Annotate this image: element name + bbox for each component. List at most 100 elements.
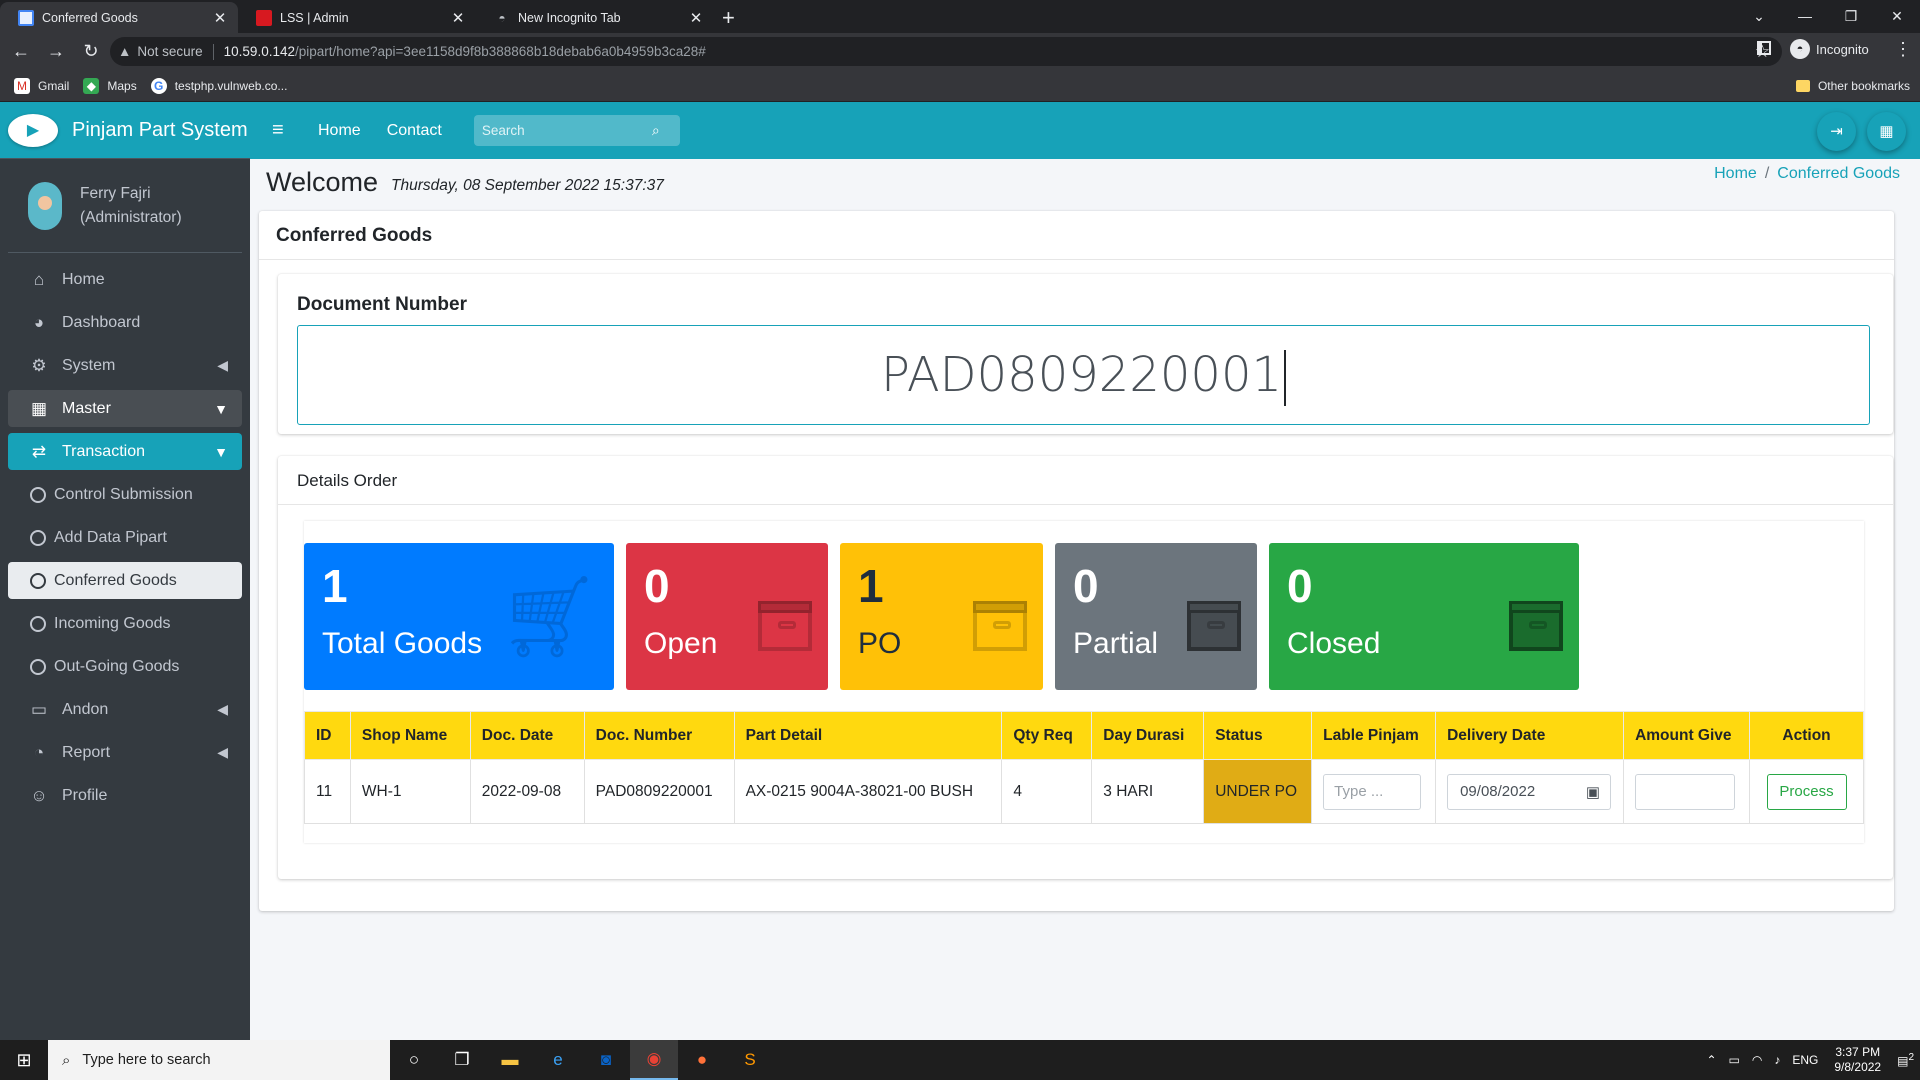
close-icon[interactable]: ✕ — [212, 9, 228, 27]
wifi-icon[interactable]: ◠ — [1752, 1053, 1762, 1067]
bookmark-maps[interactable]: ◆ Maps — [83, 77, 137, 94]
breadcrumb: Home / Conferred Goods — [1714, 165, 1900, 182]
sidebar-item-conferred-goods[interactable]: Conferred Goods — [8, 562, 242, 599]
details-order-body: 1 Total Goods 🛒︎ 0 Open 1 PO 0 Partial 0 — [304, 521, 1864, 843]
stat-value: 1 — [322, 560, 348, 612]
sidebar-item-report[interactable]: ◔ Report ◀ — [8, 734, 242, 771]
tab-new-incognito[interactable]: ◓ New Incognito Tab ✕ — [476, 2, 714, 33]
task-view-icon[interactable]: ❐ — [438, 1040, 486, 1080]
sidebar-item-system[interactable]: ⚙ System ◀ — [8, 347, 242, 384]
reload-icon[interactable]: ↻ — [77, 41, 105, 62]
volume-icon[interactable]: ♪ — [1774, 1053, 1780, 1067]
sidebar-item-label: Dashboard — [62, 313, 141, 331]
details-order-card: Details Order 1 Total Goods 🛒︎ 0 Open 1 … — [278, 456, 1893, 879]
edge-icon[interactable]: e — [534, 1040, 582, 1080]
sidebar-item-transaction[interactable]: ⇄ Transaction ▼ — [8, 433, 242, 470]
lable-pinjam-input[interactable] — [1323, 773, 1422, 810]
sidebar-item-outgoing-goods[interactable]: Out-Going Goods — [8, 648, 242, 685]
windows-start-icon[interactable]: ⊞ — [0, 1050, 48, 1071]
main-sidebar: ▶ Pinjam Part System Ferry Fajri (Admini… — [0, 102, 250, 1040]
nav-home-link[interactable]: Home — [318, 122, 361, 140]
tab-title: New Incognito Tab — [518, 10, 621, 25]
forward-icon[interactable]: → — [42, 41, 70, 62]
chevron-left-icon: ◀ — [217, 744, 228, 760]
language-indicator[interactable]: ENG — [1792, 1053, 1818, 1067]
circle-icon — [30, 615, 46, 632]
url-field[interactable]: ▲ Not secure 10.59.0.142 /pipart/home?ap… — [110, 37, 1782, 66]
outlook-icon[interactable]: ◙ — [582, 1040, 630, 1080]
sidebar-item-master[interactable]: ▦ Master ▼ — [8, 390, 242, 427]
stat-label: Open — [644, 627, 718, 660]
tab-conferred-goods[interactable]: Conferred Goods ✕ — [0, 2, 238, 33]
search-input[interactable] — [481, 123, 652, 138]
nav-contact-link[interactable]: Contact — [387, 122, 442, 140]
bookmark-gmail[interactable]: M Gmail — [14, 77, 69, 94]
sidebar-item-incoming-goods[interactable]: Incoming Goods — [8, 605, 242, 642]
other-bookmarks[interactable]: Other bookmarks — [1795, 79, 1910, 93]
grid-icon[interactable]: ▦ — [1867, 112, 1906, 151]
menu-toggle-icon[interactable]: ≡ — [272, 119, 292, 142]
user-name: Ferry Fajri — [80, 184, 151, 202]
chrome-icon[interactable]: ◉ — [630, 1040, 678, 1080]
bookmark-testphp[interactable]: Gtestphp.vulnweb.co... — [150, 77, 287, 94]
close-icon[interactable]: ✕ — [450, 9, 466, 27]
tab-lss-admin[interactable]: LSS | Admin ✕ — [238, 2, 476, 33]
delivery-date-input[interactable]: 09/08/2022 ▣ — [1447, 773, 1612, 810]
file-explorer-icon[interactable]: ▬ — [486, 1040, 534, 1080]
gear-icon: ⚙ — [31, 355, 47, 375]
browser-tab-strip: Conferred Goods ✕ LSS | Admin ✕ ◓ New In… — [0, 0, 1920, 33]
sidebar-item-label: Add Data Pipart — [54, 528, 167, 546]
restore-icon[interactable]: ❐ — [1828, 0, 1874, 33]
cortana-icon[interactable]: ○ — [390, 1040, 438, 1080]
taskbar-search[interactable]: ⌕ Type here to search — [48, 1040, 390, 1080]
amount-give-input[interactable] — [1635, 773, 1736, 810]
notification-icon[interactable]: ▤2 — [1897, 1052, 1914, 1068]
chevron-up-icon[interactable]: ⌃ — [1706, 1053, 1716, 1067]
stat-label: PO — [858, 627, 902, 660]
sidebar-item-dashboard[interactable]: ◕ Dashboard — [8, 304, 242, 341]
logout-icon[interactable]: ⇥ — [1817, 112, 1856, 151]
stat-value: 1 — [858, 560, 884, 612]
card-title: Conferred Goods — [259, 211, 1894, 260]
process-button[interactable]: Process — [1766, 773, 1847, 810]
window-close-icon[interactable]: ✕ — [1874, 0, 1920, 33]
brand-link[interactable]: ▶ Pinjam Part System — [0, 102, 250, 159]
google-icon: G — [150, 77, 167, 94]
tab-search-icon[interactable]: ⌄ — [1736, 0, 1782, 33]
sidebar-item-control-submission[interactable]: Control Submission — [8, 476, 242, 513]
col-doc-number: Doc. Number — [583, 711, 735, 760]
sidebar-item-profile[interactable]: ☺ Profile — [8, 777, 242, 814]
search-icon[interactable]: ⌕ — [652, 122, 660, 139]
cell-amount-give — [1623, 759, 1751, 824]
battery-icon[interactable]: ▭ — [1729, 1053, 1740, 1067]
breadcrumb-home[interactable]: Home — [1714, 165, 1757, 182]
col-qty-req: Qty Req — [1001, 711, 1093, 760]
side-panel-icon[interactable] — [1757, 41, 1771, 55]
minimize-icon[interactable]: — — [1782, 0, 1828, 33]
taskbar-clock[interactable]: 3:37 PM 9/8/2022 — [1834, 1045, 1881, 1075]
col-shop-name: Shop Name — [349, 711, 471, 760]
delivery-date-value: 09/08/2022 — [1460, 783, 1536, 800]
sidebar-item-andon[interactable]: ▭ Andon ◀ — [8, 691, 242, 728]
firefox-icon[interactable]: ● — [678, 1040, 726, 1080]
user-panel[interactable]: Ferry Fajri (Administrator) — [8, 159, 242, 253]
browser-menu-icon[interactable]: ⋮ — [1894, 39, 1912, 60]
back-icon[interactable]: ← — [7, 41, 35, 62]
sidebar-item-add-data-pipart[interactable]: Add Data Pipart — [8, 519, 242, 556]
cell-shop-name: WH-1 — [349, 759, 471, 824]
incognito-profile[interactable]: ◓ Incognito — [1790, 39, 1869, 59]
incognito-icon: ◓ — [1790, 39, 1810, 59]
calendar-icon[interactable]: ▣ — [1586, 783, 1600, 801]
window-controls: ⌄ — ❐ ✕ — [1736, 0, 1920, 33]
security-label: Not secure — [137, 44, 203, 59]
sidebar-item-home[interactable]: ⌂ Home — [8, 261, 242, 298]
new-tab-button[interactable]: + — [714, 2, 743, 33]
archive-icon — [1509, 601, 1563, 651]
profile-label: Incognito — [1816, 41, 1869, 57]
close-icon[interactable]: ✕ — [688, 9, 704, 27]
sidebar-item-label: Transaction — [62, 442, 145, 460]
sublime-icon[interactable]: S — [726, 1040, 774, 1080]
document-number-input[interactable]: PAD0809220001 — [297, 325, 1870, 425]
stat-label: Closed — [1287, 627, 1381, 660]
sidebar-item-label: System — [62, 356, 116, 374]
